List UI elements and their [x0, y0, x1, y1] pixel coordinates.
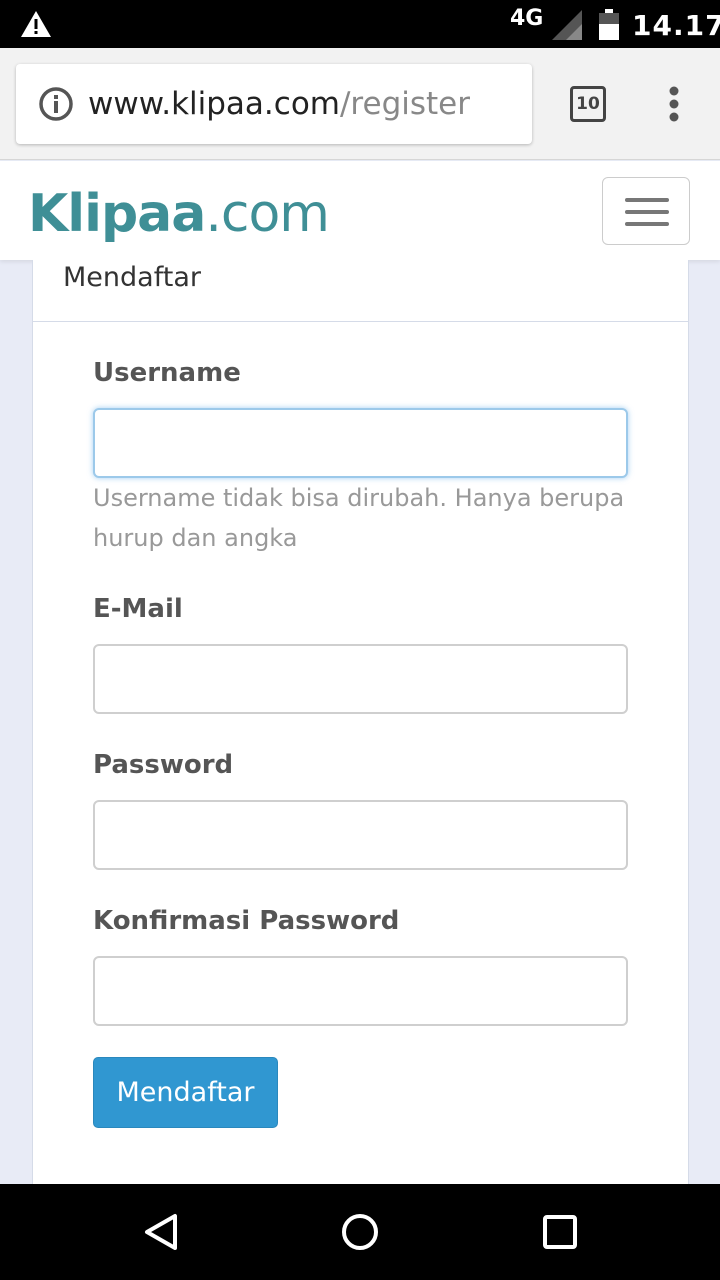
hamburger-line [625, 210, 669, 214]
card-heading: Mendaftar [33, 260, 688, 322]
svg-text:Klipaa.com: Klipaa.com [28, 184, 329, 244]
register-button[interactable]: Mendaftar [93, 1057, 278, 1128]
warning-icon [21, 11, 51, 37]
status-bar: 4G 14.17 [0, 0, 720, 48]
confirm-password-label: Konfirmasi Password [93, 906, 400, 936]
hamburger-menu-button[interactable] [602, 177, 690, 245]
email-label: E-Mail [93, 594, 183, 624]
username-help-text: Username tidak bisa dirubah. Hanya berup… [93, 484, 625, 552]
url-path: /register [339, 86, 470, 122]
network-type: 4G [510, 6, 544, 31]
site-logo[interactable]: Klipaa.com [28, 179, 338, 251]
logo-primary: Klipaa [28, 184, 205, 244]
menu-dots-icon[interactable] [664, 86, 684, 122]
recents-icon[interactable] [542, 1212, 578, 1252]
home-icon[interactable] [340, 1212, 380, 1252]
battery-icon [599, 9, 619, 40]
navigation-bar [0, 1184, 720, 1280]
email-input[interactable] [93, 644, 628, 714]
password-input[interactable] [93, 800, 628, 870]
username-label: Username [93, 358, 241, 388]
url-host: www.klipaa.com [88, 86, 340, 122]
browser-toolbar: www.klipaa.com/register 10 [0, 48, 720, 160]
confirm-password-input[interactable] [93, 956, 628, 1026]
hamburger-line [625, 222, 669, 226]
password-label: Password [93, 750, 234, 780]
info-icon[interactable] [38, 86, 74, 122]
site-header: Klipaa.com [0, 161, 720, 260]
signal-icon [552, 10, 582, 40]
card-title: Mendaftar [63, 262, 201, 293]
username-input[interactable] [93, 408, 628, 478]
clock: 14.17 [632, 9, 720, 42]
hamburger-line [625, 198, 669, 202]
url-text[interactable]: www.klipaa.com/register [88, 86, 470, 122]
logo-suffix: .com [205, 184, 329, 244]
back-icon[interactable] [142, 1212, 182, 1252]
register-card: Mendaftar Username Username tidak bisa d… [32, 260, 689, 1184]
address-bar[interactable]: www.klipaa.com/register [16, 64, 532, 144]
tab-switcher-button[interactable]: 10 [570, 86, 606, 122]
